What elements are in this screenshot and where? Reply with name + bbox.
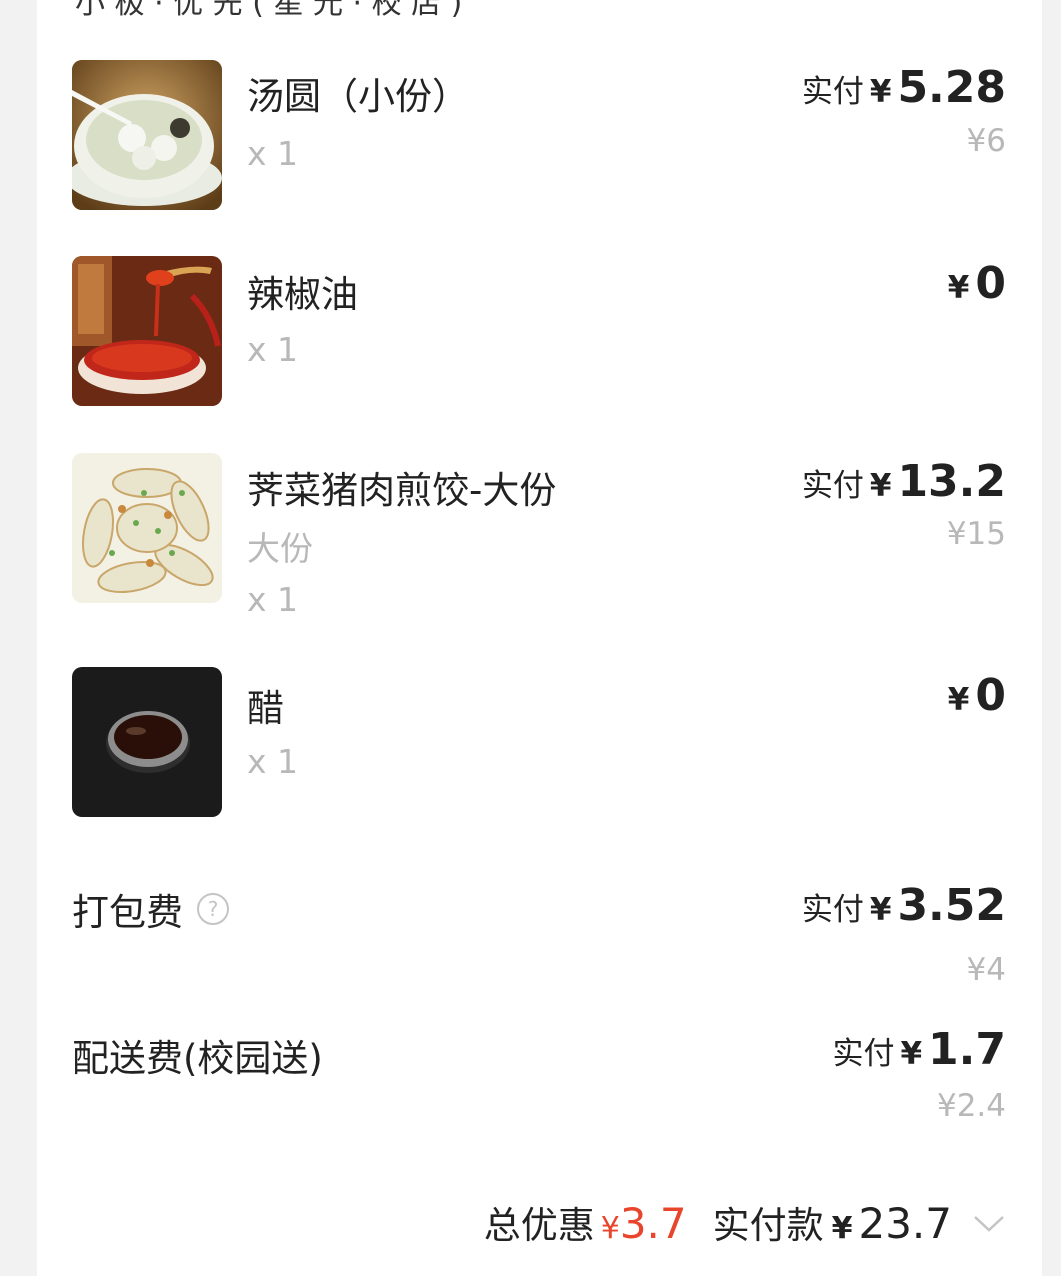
paid-label: 实付	[801, 74, 864, 110]
paid-label: 实付	[801, 468, 864, 504]
vinegar-image	[72, 667, 222, 817]
item-paid-price: ¥ 0	[942, 258, 1006, 309]
paid-label: 实付	[801, 892, 864, 928]
dumplings-image	[72, 453, 222, 603]
packing-fee-row: 打包费 ?	[72, 882, 229, 936]
delivery-fee-label: 配送费(校园送)	[72, 1037, 323, 1080]
store-name-partial: 小 极 · 优 先 ( 星 光 · 校 店 )	[75, 0, 462, 21]
total-paid-label: 实付款	[712, 1204, 824, 1247]
item-spec: 大份	[247, 529, 313, 568]
item-name: 荠菜猪肉煎饺-大份	[247, 469, 557, 512]
packing-fee-original: ¥4	[966, 952, 1006, 988]
chili-oil-image	[72, 256, 222, 406]
item-original-price: ¥6	[966, 123, 1006, 159]
paid-amount: 13.2	[897, 456, 1006, 507]
item-quantity: x 1	[247, 580, 299, 619]
item-paid-price: 实付 ¥ 13.2	[802, 456, 1006, 507]
currency-symbol: ¥	[947, 270, 970, 306]
total-paid-amount: 23.7	[858, 1199, 952, 1248]
paid-label: 实付	[832, 1036, 895, 1072]
total-discount-amount: 3.7	[619, 1199, 687, 1248]
tangyuan-image	[72, 60, 222, 210]
item-quantity: x 1	[247, 742, 299, 781]
currency-symbol: ¥	[900, 1036, 923, 1072]
order-total-summary[interactable]: 总优惠 ¥ 3.7 实付款 ¥ 23.7	[484, 1195, 1006, 1249]
currency-symbol: ¥	[869, 468, 892, 504]
currency-symbol: ¥	[869, 892, 892, 928]
total-discount-label: 总优惠	[483, 1204, 595, 1247]
paid-amount: 0	[975, 258, 1006, 309]
currency-symbol: ¥	[947, 682, 970, 718]
item-original-price: ¥15	[946, 516, 1006, 552]
item-quantity: x 1	[247, 134, 299, 173]
paid-amount: 3.52	[897, 880, 1006, 931]
chevron-down-icon[interactable]	[972, 1207, 1006, 1242]
item-paid-price: 实付 ¥ 5.28	[802, 62, 1006, 113]
paid-amount: 1.7	[928, 1024, 1006, 1075]
packing-fee-paid: 实付 ¥ 3.52	[802, 880, 1006, 931]
delivery-fee-row: 配送费(校园送)	[72, 1028, 323, 1082]
item-name: 辣椒油	[247, 273, 358, 316]
delivery-fee-original: ¥2.4	[936, 1088, 1006, 1124]
item-name: 汤圆（小份）	[247, 75, 469, 118]
total-currency: ¥	[831, 1211, 853, 1246]
item-name: 醋	[247, 687, 284, 730]
question-circle-icon[interactable]: ?	[197, 893, 229, 925]
item-quantity: x 1	[247, 330, 299, 369]
paid-amount: 5.28	[897, 62, 1006, 113]
delivery-fee-paid: 实付 ¥ 1.7	[832, 1024, 1006, 1075]
discount-currency: ¥	[600, 1211, 620, 1246]
item-paid-price: ¥ 0	[942, 670, 1006, 721]
packing-fee-label: 打包费	[72, 891, 183, 934]
paid-amount: 0	[975, 670, 1006, 721]
currency-symbol: ¥	[869, 74, 892, 110]
